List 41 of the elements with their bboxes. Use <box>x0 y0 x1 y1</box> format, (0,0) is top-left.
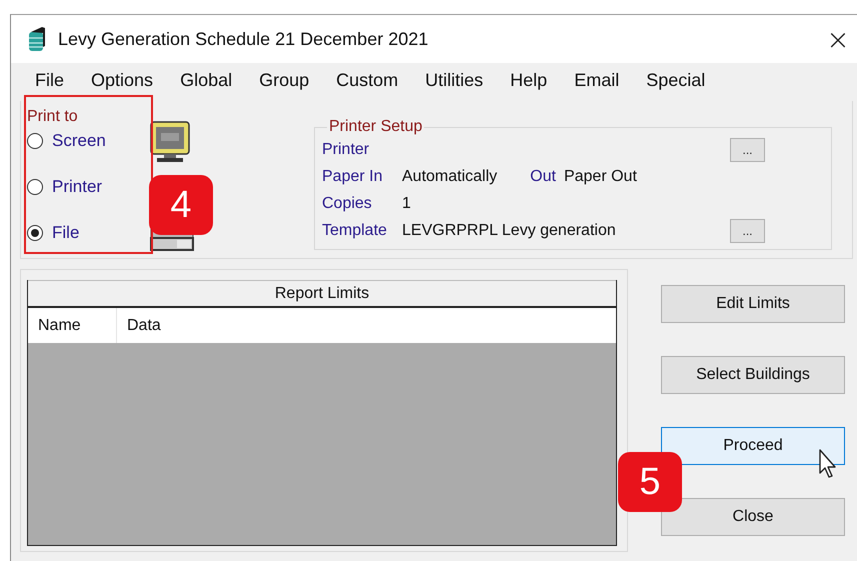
group-label: Printer Setup <box>327 119 424 135</box>
menu-item[interactable]: File <box>35 70 64 101</box>
column-header[interactable]: Data <box>117 308 616 343</box>
field-value: Paper Out <box>564 168 637 186</box>
field-label: Copies <box>322 194 373 212</box>
menu-item[interactable]: Help <box>510 70 548 101</box>
radio-label[interactable]: File <box>52 223 80 243</box>
action-button[interactable]: Close <box>661 498 845 536</box>
radio-button[interactable] <box>27 179 43 195</box>
browse-button[interactable]: ... <box>730 138 765 162</box>
action-button[interactable]: Select Buildings <box>661 356 845 394</box>
field-label: Paper In <box>322 168 384 186</box>
action-button[interactable]: Proceed <box>661 427 845 465</box>
menu-item[interactable]: Global <box>180 70 232 101</box>
radio-button[interactable] <box>27 133 43 149</box>
menu-item[interactable]: Options <box>91 70 154 101</box>
field-label: Template <box>322 222 388 240</box>
step-badge: 5 <box>618 452 682 512</box>
radio-button[interactable] <box>27 225 43 241</box>
action-button[interactable]: Edit Limits <box>661 285 845 323</box>
radio-label[interactable]: Printer <box>52 177 102 197</box>
menu-item[interactable]: Email <box>574 70 620 101</box>
field-value: LEVGRPRPL Levy generation <box>402 222 616 240</box>
group-label: Print to <box>27 109 79 125</box>
menu-item[interactable]: Group <box>259 70 310 101</box>
step-badge: 4 <box>149 175 213 235</box>
menu-item[interactable]: Utilities <box>425 70 484 101</box>
radio-label[interactable]: Screen <box>52 131 106 151</box>
column-header[interactable]: Name <box>28 308 117 343</box>
menu-item[interactable]: Custom <box>336 70 398 101</box>
field-label: Printer <box>322 140 370 158</box>
close-button[interactable]: × <box>823 21 853 57</box>
window-title: Levy Generation Schedule 21 December 2021 <box>58 28 430 50</box>
monitor-icon <box>149 121 191 163</box>
field-label: Out <box>530 168 556 186</box>
menu-item[interactable]: Special <box>646 70 706 101</box>
list-title: Report Limits <box>28 280 616 308</box>
browse-button[interactable]: ... <box>730 218 765 242</box>
field-value: Automatically <box>402 168 498 186</box>
field-value: 1 <box>402 194 411 212</box>
app-icon <box>28 26 46 52</box>
